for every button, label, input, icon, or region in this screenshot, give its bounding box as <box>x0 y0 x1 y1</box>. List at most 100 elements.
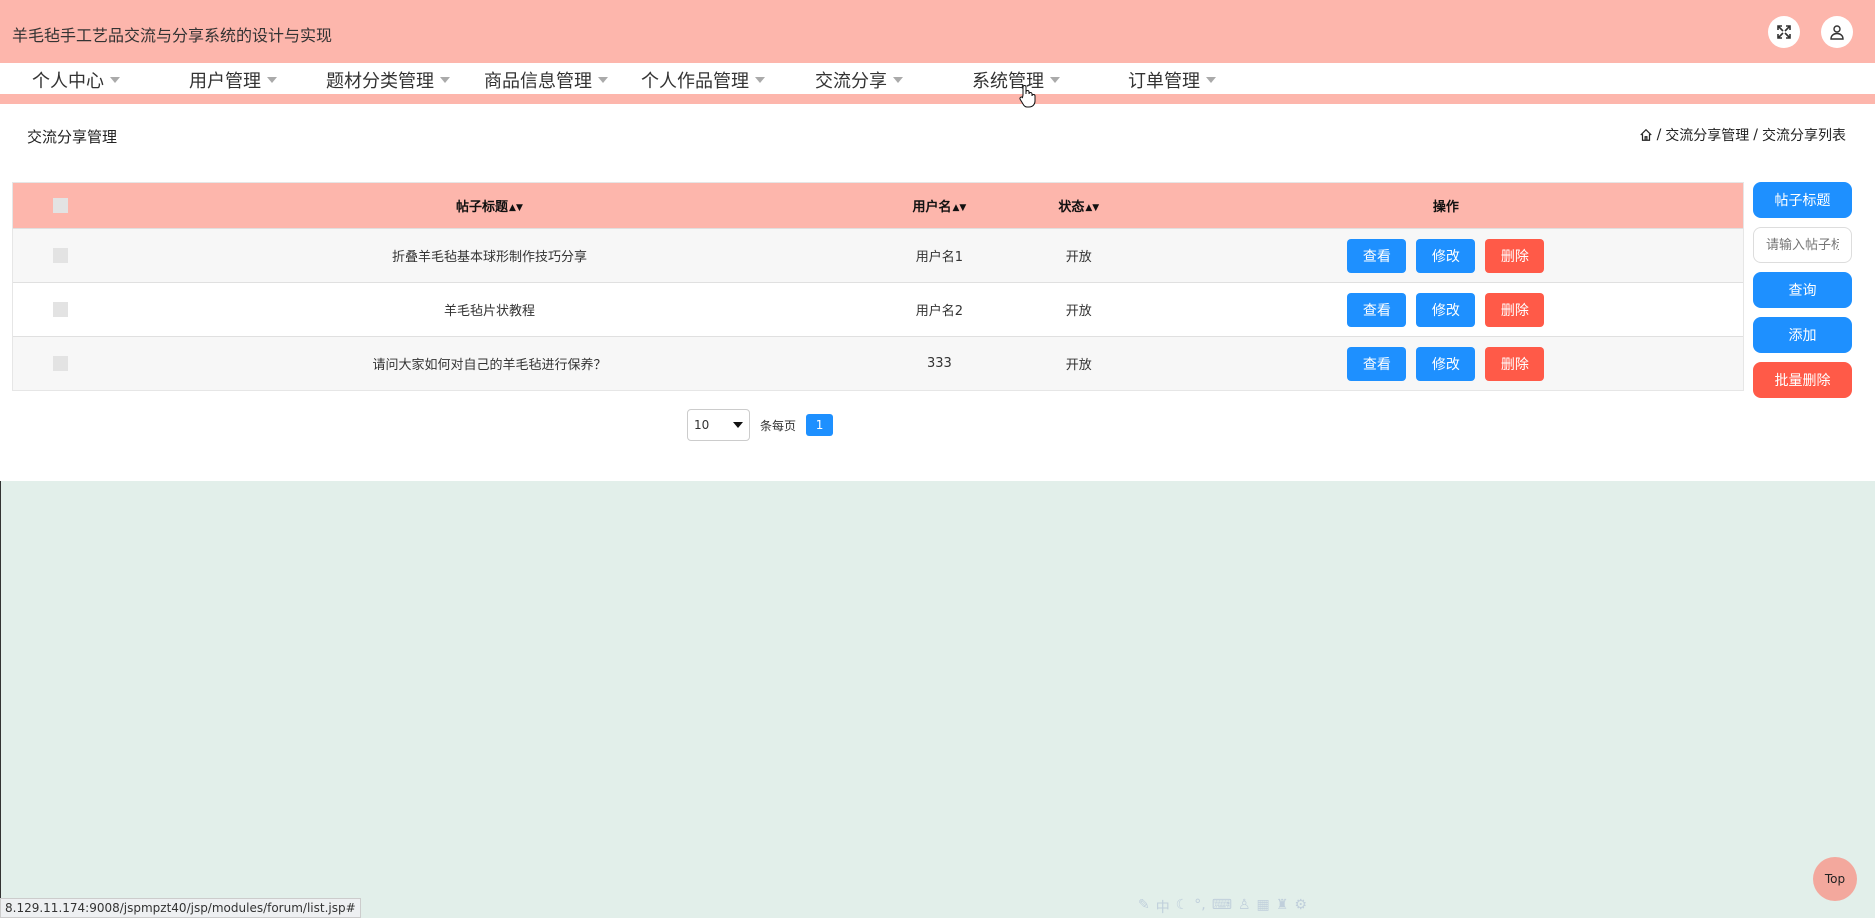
nav-item-user-management[interactable]: 用户管理 <box>189 67 277 93</box>
caret-down-icon <box>110 77 120 83</box>
table-row: 请问大家如何对自己的羊毛毡进行保养？ 333 开放 查看 修改 删除 <box>13 336 1743 390</box>
row-checkbox[interactable] <box>53 302 69 317</box>
view-button[interactable]: 查看 <box>1347 238 1407 273</box>
back-to-top-button[interactable]: Top <box>1813 857 1857 901</box>
column-header-status[interactable]: 状态▲▼ <box>1009 196 1149 215</box>
view-button[interactable]: 查看 <box>1347 346 1407 381</box>
column-header-title[interactable]: 帖子标题▲▼ <box>109 196 870 215</box>
cell-status: 开放 <box>1065 358 1092 373</box>
caret-down-icon <box>893 77 903 83</box>
nav-item-order-management[interactable]: 订单管理 <box>1128 67 1216 93</box>
delete-button[interactable]: 删除 <box>1485 292 1545 327</box>
cell-user: 用户名2 <box>915 304 964 319</box>
per-page-label: 条每页 <box>760 418 797 433</box>
header-label: 用户名 <box>912 200 952 215</box>
breadcrumb: / 交流分享管理 / 交流分享列表 <box>1639 125 1846 145</box>
table-header: 帖子标题▲▼ 用户名▲▼ 状态▲▼ 操作 <box>13 183 1743 228</box>
breadcrumb-separator: / <box>1656 127 1662 143</box>
row-checkbox[interactable] <box>53 356 69 371</box>
header-label: 帖子标题 <box>456 200 509 215</box>
batch-delete-button[interactable]: 批量删除 <box>1753 362 1852 398</box>
column-header-ops: 操作 <box>1432 200 1459 215</box>
caret-down-icon <box>1050 77 1060 83</box>
delete-button[interactable]: 删除 <box>1485 238 1545 273</box>
user-icon <box>1830 25 1844 40</box>
title-filter-label: 帖子标题 <box>1753 182 1852 218</box>
nav-item-forum[interactable]: 交流分享 <box>815 67 903 93</box>
view-button[interactable]: 查看 <box>1347 292 1407 327</box>
person-icon: ♙ <box>1237 897 1251 913</box>
cell-user: 用户名1 <box>915 250 964 265</box>
nav-label: 订单管理 <box>1128 71 1200 92</box>
breadcrumb-item-current: 交流分享列表 <box>1762 128 1846 144</box>
cell-title: 请问大家如何对自己的羊毛毡进行保养？ <box>372 358 607 373</box>
user-button[interactable] <box>1821 16 1853 48</box>
forum-table: 帖子标题▲▼ 用户名▲▼ 状态▲▼ 操作 折叠羊毛毡基本球形制作技巧分享 用户名… <box>12 182 1744 391</box>
fullscreen-button[interactable] <box>1768 16 1800 48</box>
chevron-down-icon <box>733 422 743 428</box>
caret-down-icon <box>267 77 277 83</box>
caret-down-icon <box>598 77 608 83</box>
cell-title: 折叠羊毛毡基本球形制作技巧分享 <box>391 250 587 265</box>
cell-title: 羊毛毡片状教程 <box>443 304 535 319</box>
moon-icon: ☾ <box>1175 897 1189 913</box>
sort-icon: ▲▼ <box>509 202 523 213</box>
nav-label: 个人中心 <box>32 71 104 92</box>
nav-label: 用户管理 <box>189 71 261 92</box>
grid-icon: ▦ <box>1256 897 1270 913</box>
column-header-user[interactable]: 用户名▲▼ <box>870 196 1009 215</box>
hand-cursor-icon <box>1019 85 1036 108</box>
page-size-value: 10 <box>694 418 710 432</box>
delete-button[interactable]: 删除 <box>1485 346 1545 381</box>
table-row: 折叠羊毛毡基本球形制作技巧分享 用户名1 开放 查看 修改 删除 <box>13 228 1743 282</box>
page-size-select[interactable]: 10 <box>687 409 750 441</box>
ime-language-icon: 中 <box>1155 900 1170 916</box>
nav-label: 商品信息管理 <box>484 71 592 92</box>
nav-underline <box>0 94 1875 104</box>
table-row: 羊毛毡片状教程 用户名2 开放 查看 修改 删除 <box>13 282 1743 336</box>
search-input[interactable] <box>1753 227 1852 263</box>
nav-label: 题材分类管理 <box>326 71 434 92</box>
fullscreen-icon <box>1777 25 1791 39</box>
caret-down-icon <box>440 77 450 83</box>
settings-icon: ⚙ <box>1294 897 1307 913</box>
top-header: 羊毛毡手工艺品交流与分享系统的设计与实现 <box>0 0 1875 63</box>
nav-item-personal-center[interactable]: 个人中心 <box>32 67 120 93</box>
cell-user: 333 <box>927 356 952 371</box>
pagination: 10 条每页 1 <box>687 409 834 441</box>
sort-icon: ▲▼ <box>1085 202 1100 213</box>
nav-item-system-management[interactable]: 系统管理 <box>972 67 1060 93</box>
home-icon[interactable] <box>1639 128 1653 142</box>
add-button[interactable]: 添加 <box>1753 317 1852 353</box>
cell-status: 开放 <box>1065 250 1092 265</box>
punctuation-icon: °, <box>1194 897 1206 913</box>
edit-button[interactable]: 修改 <box>1416 346 1476 381</box>
edit-button[interactable]: 修改 <box>1416 292 1476 327</box>
caret-down-icon <box>755 77 765 83</box>
caret-down-icon <box>1206 77 1216 83</box>
nav-item-category-management[interactable]: 题材分类管理 <box>326 67 450 93</box>
nav-label: 交流分享 <box>815 71 887 92</box>
ime-logo-icon: ✎ <box>1138 897 1150 913</box>
select-all-checkbox[interactable] <box>53 198 69 213</box>
header-label: 状态 <box>1058 200 1085 215</box>
query-button[interactable]: 查询 <box>1753 272 1852 308</box>
nav-item-product-management[interactable]: 商品信息管理 <box>484 67 608 93</box>
ime-toolbar: ✎ 中 ☾ °, ⌨ ♙ ▦ ♜ ⚙ <box>1138 897 1307 917</box>
nav-label: 个人作品管理 <box>641 71 749 92</box>
main-nav: 个人中心 用户管理 题材分类管理 商品信息管理 个人作品管理 交流分享 系统管理… <box>0 63 1875 94</box>
cell-status: 开放 <box>1065 304 1092 319</box>
nav-item-works-management[interactable]: 个人作品管理 <box>641 67 765 93</box>
edit-button[interactable]: 修改 <box>1416 238 1476 273</box>
app-title: 羊毛毡手工艺品交流与分享系统的设计与实现 <box>12 26 333 45</box>
sort-icon: ▲▼ <box>952 202 967 213</box>
page-number-current[interactable]: 1 <box>806 414 834 436</box>
shirt-icon: ♜ <box>1275 897 1289 913</box>
main-content: 交流分享管理 / 交流分享管理 / 交流分享列表 帖子标题▲▼ 用户名▲▼ 状态… <box>0 104 1875 481</box>
keyboard-icon: ⌨ <box>1211 897 1232 913</box>
status-bar-url: 8.129.11.174:9008/jspmpzt40/jsp/modules/… <box>0 898 361 918</box>
row-checkbox[interactable] <box>53 248 69 263</box>
breadcrumb-separator: / <box>1753 127 1758 143</box>
page-title: 交流分享管理 <box>27 128 118 146</box>
breadcrumb-item[interactable]: 交流分享管理 <box>1665 125 1749 145</box>
